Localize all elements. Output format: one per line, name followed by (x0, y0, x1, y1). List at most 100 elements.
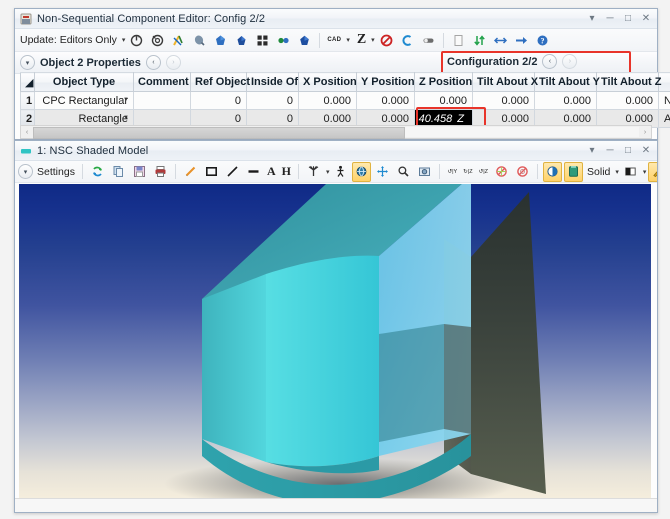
rotate-icon[interactable] (398, 30, 417, 50)
nsce-titlebar[interactable]: Non-Sequential Component Editor: Config … (15, 9, 657, 29)
save-icon[interactable] (130, 162, 149, 182)
scrollbar-thumb[interactable] (33, 127, 405, 139)
move-left-right-icon[interactable] (491, 30, 510, 50)
cell-inside-of[interactable]: 0 (246, 91, 299, 110)
table-corner-cell[interactable]: ◢ (20, 72, 35, 92)
row-number[interactable]: 1 (20, 91, 35, 110)
configuration-next-button[interactable]: › (562, 54, 578, 69)
toggle-icon[interactable] (419, 30, 438, 50)
object-blue-icon[interactable] (232, 30, 251, 50)
cell-z-position[interactable]: 0.000 (414, 91, 473, 110)
column-header-inside-of[interactable]: Inside Of (246, 72, 299, 92)
settings-label[interactable]: Settings (35, 166, 77, 178)
column-header-x-position[interactable]: X Position (298, 72, 357, 92)
collapse-chevron-icon[interactable]: ▾ (20, 55, 35, 70)
scrollbar-track[interactable] (33, 127, 639, 139)
column-header-tilt-about-x[interactable]: Tilt About X (472, 72, 538, 92)
table-row[interactable]: 1 CPC Rectangular ▼ 0 0 0.000 0.000 0.00… (20, 91, 670, 110)
column-header-object-type[interactable]: Object Type (34, 72, 134, 92)
no-entry-icon[interactable] (377, 30, 396, 50)
hide-rays-icon[interactable] (492, 162, 511, 182)
nsce-maximize-button[interactable]: □ (619, 11, 637, 27)
help-icon[interactable]: ? (533, 30, 552, 50)
array-icon[interactable] (253, 30, 272, 50)
shade-swatch-icon[interactable] (621, 162, 640, 182)
shaded-close-button[interactable]: ✕ (637, 143, 655, 159)
link-icon[interactable] (274, 30, 293, 50)
cell-material[interactable]: N (658, 91, 670, 110)
clear-rays-icon[interactable] (513, 162, 532, 182)
update-mode-label[interactable]: Update: Editors Only (18, 34, 119, 46)
cell-tilt-about-y[interactable]: 0.000 (534, 91, 597, 110)
nsce-table-container[interactable]: ◢ Object Type Comment Ref Object Inside … (20, 72, 670, 133)
z-axis-caret[interactable]: ▾ (371, 36, 375, 44)
settings-chevron-icon[interactable]: ▾ (18, 164, 33, 179)
column-header-ref-object[interactable]: Ref Object (190, 72, 250, 92)
z-axis-label[interactable]: Z (355, 32, 368, 48)
insert-object-icon[interactable] (127, 30, 146, 50)
rays-caret[interactable]: ▾ (326, 168, 330, 176)
nsce-minimize-button[interactable]: ─ (601, 11, 619, 27)
text-icon[interactable]: A (265, 164, 278, 179)
shaded-model-titlebar[interactable]: 1: NSC Shaded Model ▾ ─ □ ✕ (15, 141, 657, 161)
paste-icon[interactable] (190, 30, 209, 50)
column-header-z-position[interactable]: Z Position (414, 72, 473, 92)
rotate-z-label[interactable]: ↻|Z (461, 169, 474, 175)
cell-material[interactable]: A (658, 109, 670, 128)
nsce-close-button[interactable]: ✕ (637, 11, 655, 27)
rotate-view-icon[interactable] (352, 161, 372, 182)
shaded-minimize-button[interactable]: ─ (601, 143, 619, 159)
configuration-prev-button[interactable]: ‹ (542, 54, 558, 69)
cell-x-position[interactable]: 0.000 (298, 91, 357, 110)
rays-icon[interactable] (304, 162, 323, 182)
cell-tilt-about-z[interactable]: 0.000 (596, 91, 659, 110)
column-header-y-position[interactable]: Y Position (356, 72, 415, 92)
column-header-comment[interactable]: Comment (133, 72, 191, 92)
fill-icon[interactable] (564, 161, 584, 182)
highlight-icon[interactable] (648, 161, 657, 182)
object-prev-button[interactable]: ‹ (145, 55, 161, 70)
thick-line-icon[interactable] (244, 162, 263, 182)
shaded-menu-button[interactable]: ▾ (583, 143, 601, 159)
cell-tilt-about-x[interactable]: 0.000 (472, 91, 535, 110)
object-solid-icon[interactable] (211, 30, 230, 50)
cell-ref-object[interactable]: 0 (190, 91, 247, 110)
refresh-icon[interactable] (88, 162, 107, 182)
table-horizontal-scrollbar[interactable]: ‹ › (20, 125, 652, 139)
insert-object-after-icon[interactable] (148, 30, 167, 50)
cell-y-position[interactable]: 0.000 (356, 91, 415, 110)
half-fill-icon[interactable] (543, 161, 563, 182)
copy-icon[interactable] (109, 162, 128, 182)
rotate-z2-label[interactable]: ↺|Z (477, 169, 490, 175)
cut-icon[interactable] (169, 30, 188, 50)
solid-caret[interactable]: ▾ (615, 168, 619, 176)
chevron-down-icon[interactable]: ▼ (123, 97, 129, 103)
object-next-button[interactable]: › (165, 55, 181, 70)
scroll-right-arrow[interactable]: › (639, 127, 651, 137)
pencil-icon[interactable] (181, 162, 200, 182)
person-icon[interactable] (331, 162, 350, 182)
print-icon[interactable] (151, 162, 170, 182)
column-header-tilt-about-y[interactable]: Tilt About Y (534, 72, 600, 92)
rectangle-icon[interactable] (202, 162, 221, 182)
scroll-left-arrow[interactable]: ‹ (21, 127, 33, 137)
update-mode-caret[interactable]: ▾ (122, 36, 126, 44)
snapshot-icon[interactable] (415, 162, 434, 182)
nsce-menu-button[interactable]: ▾ (583, 11, 601, 27)
rotate-y-label[interactable]: ↺|Y (445, 169, 459, 175)
page-icon[interactable] (449, 30, 468, 50)
solid-label[interactable]: Solid (585, 166, 612, 178)
chevron-down-icon[interactable]: ▼ (123, 115, 129, 121)
dimension-icon[interactable]: H (280, 164, 293, 179)
cad-label[interactable]: CAD (325, 37, 343, 43)
sphere-icon[interactable] (295, 30, 314, 50)
cad-caret[interactable]: ▾ (346, 36, 350, 44)
nsc-3d-viewport[interactable] (19, 184, 651, 504)
shade-caret[interactable]: ▾ (643, 168, 647, 176)
zoom-icon[interactable] (394, 162, 413, 182)
shaded-maximize-button[interactable]: □ (619, 143, 637, 159)
arrow-right-icon[interactable] (512, 30, 531, 50)
column-header-tilt-about-z[interactable]: Tilt About Z (596, 72, 661, 92)
pan-icon[interactable] (373, 162, 392, 182)
cell-object-type[interactable]: CPC Rectangular ▼ (34, 91, 134, 110)
